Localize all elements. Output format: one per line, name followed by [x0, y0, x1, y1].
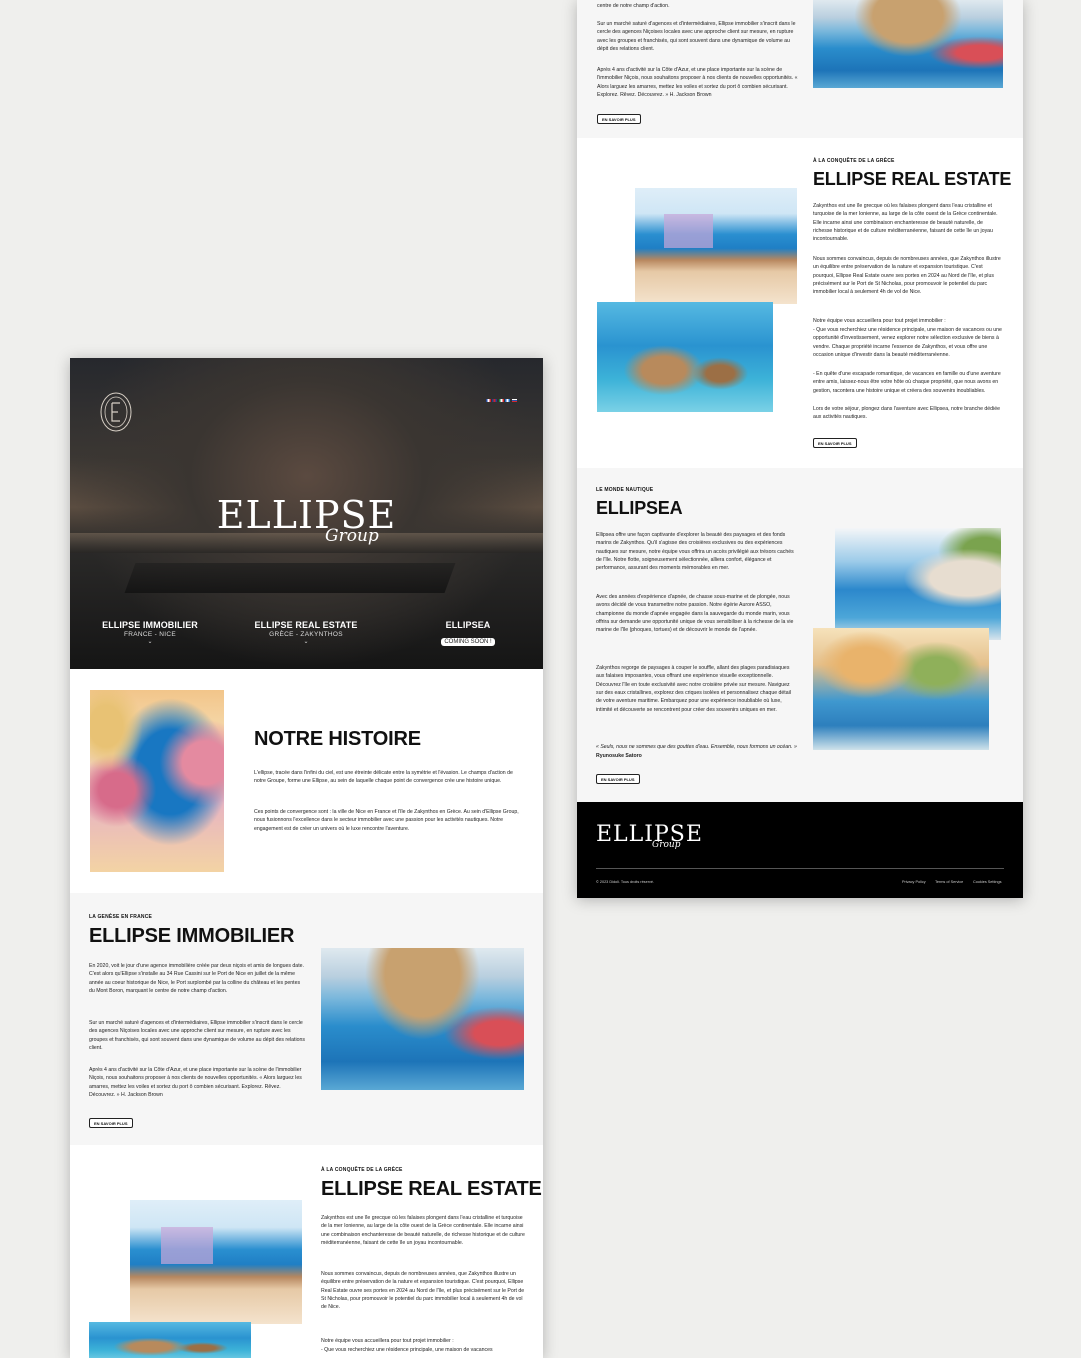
histoire-section: NOTRE HISTOIRE L'ellipse, tracée dans l'… [70, 669, 543, 893]
histoire-paragraph-1: L'ellipse, tracée dans l'infini du ciel,… [254, 770, 513, 785]
realestate-section: À LA CONQUÊTE DE LA GRÈCE ELLIPSE REAL E… [577, 138, 1023, 468]
ellipsea-kicker: LE MONDE NAUTIQUE [596, 487, 654, 493]
immobilier-kicker: LA GENÈSE EN FRANCE [89, 914, 153, 920]
immobilier-title: ELLIPSE IMMOBILIER [89, 925, 295, 947]
footer-link-cookies[interactable]: Cookies Settings [973, 880, 1002, 884]
nav-ellipsea-title: ELLIPSEA [445, 620, 491, 630]
realestate-title: ELLIPSE REAL ESTATE [321, 1178, 542, 1200]
realestate-learn-more-button[interactable]: EN SAVOIR PLUS [813, 438, 857, 448]
immobilier-paragraph-2: Sur un marché saturé d'agences et d'inte… [89, 1020, 305, 1051]
immo-learn-more-button[interactable]: EN SAVOIR PLUS [597, 114, 641, 124]
immo-paragraph-2: Après 4 ans d'activité sur la Côte d'Azu… [597, 67, 798, 98]
footer-logo-wordmark: ELLIPSE [596, 822, 703, 847]
ellipse-monogram-icon[interactable] [98, 391, 134, 433]
realestate-paragraph-5: - En quête d'une escapade romantique, de… [813, 371, 1001, 394]
realestate-paragraph-1: Zakynthos est une île grecque où les fal… [321, 1215, 525, 1246]
nice-port-watercolor-image [813, 0, 1003, 88]
rocks-watercolor-image [597, 302, 773, 412]
immo-paragraph-0: centre de notre champ d'action. [597, 3, 670, 9]
immobilier-section: LA GENÈSE EN FRANCE ELLIPSE IMMOBILIER E… [70, 893, 543, 1145]
realestate-paragraph-4: - Que vous recherchiez une résidence pri… [813, 327, 1002, 358]
ellipsea-quote: « Seuls, nous ne sommes que des gouttes … [596, 744, 797, 750]
immobilier-paragraph-1: En 2020, voit le jour d'une agence immob… [89, 963, 304, 994]
realestate-kicker: À LA CONQUÊTE DE LA GRÈCE [813, 158, 895, 164]
hero-terrace [124, 563, 456, 593]
bay-watercolor-image [90, 690, 224, 872]
hero-logo-script: Group [325, 526, 379, 546]
hero-section: ELLIPSE Group ELLIPSE IMMOBILIER FRANCE … [70, 358, 543, 669]
flag-france-icon[interactable] [485, 398, 491, 402]
footer-divider [596, 868, 1004, 869]
realestate-paragraph-2: Nous sommes convaincus, depuis de nombre… [813, 256, 1001, 296]
ellipsea-section: LE MONDE NAUTIQUE ELLIPSEA Ellipsea offr… [577, 468, 1023, 802]
realestate-paragraph-3: Notre équipe vous accueillera pour tout … [321, 1338, 454, 1344]
website-mockup-left: ELLIPSE Group ELLIPSE IMMOBILIER FRANCE … [70, 358, 543, 1358]
nav-ellipsea[interactable]: ELLIPSEA COMING SOON ! [430, 620, 506, 648]
nice-port-watercolor-image [321, 948, 524, 1090]
coming-soon-badge: COMING SOON ! [441, 638, 495, 646]
nav-realestate-subtitle: GRÈCE - ZAKYNTHOS [269, 631, 343, 638]
website-mockup-right: centre de notre champ d'action. Sur un m… [577, 0, 1023, 898]
ellipsea-learn-more-button[interactable]: EN SAVOIR PLUS [596, 774, 640, 784]
flag-uk-icon[interactable] [492, 398, 497, 402]
language-switcher [484, 389, 517, 407]
realestate-title: ELLIPSE REAL ESTATE [813, 169, 1012, 189]
nav-ellipse-real-estate[interactable]: ELLIPSE REAL ESTATE GRÈCE - ZAKYNTHOS ⌄ [246, 620, 366, 645]
flag-greece-icon[interactable] [505, 398, 510, 402]
immobilier-section-tail: centre de notre champ d'action. Sur un m… [577, 0, 1023, 138]
villa-watercolor-image [635, 188, 797, 304]
realestate-paragraph-6: Lors de votre séjour, plongez dans l'ave… [813, 406, 1000, 421]
shore-watercolor-image [813, 628, 989, 750]
footer-logo-script: Group [652, 840, 681, 850]
realestate-kicker: À LA CONQUÊTE DE LA GRÈCE [321, 1167, 403, 1173]
ellipsea-title: ELLIPSEA [596, 498, 683, 518]
ellipsea-quote-author: Ryunosuke Satoro [596, 753, 642, 759]
immo-paragraph-1: Sur un marché saturé d'agences et d'inte… [597, 21, 796, 52]
histoire-title: NOTRE HISTOIRE [254, 728, 421, 750]
chevron-down-icon: ⌄ [303, 639, 309, 645]
ellipsea-paragraph-1: Ellipsea offre une façon captivante d'ex… [596, 532, 794, 572]
realestate-paragraph-3: Notre équipe vous accueillera pour tout … [813, 318, 946, 324]
realestate-section: À LA CONQUÊTE DE LA GRÈCE ELLIPSE REAL E… [70, 1145, 543, 1358]
villa-watercolor-image [130, 1200, 302, 1324]
ellipsea-paragraph-3: Zakynthos regorge de paysages à couper l… [596, 665, 791, 713]
footer-link-privacy[interactable]: Privacy Policy [902, 880, 926, 884]
nav-ellipse-immobilier[interactable]: ELLIPSE IMMOBILIER FRANCE - NICE ⌄ [90, 620, 210, 645]
hero-logo-wordmark: ELLIPSE [216, 493, 397, 537]
rocks-watercolor-image [89, 1322, 251, 1358]
nav-realestate-title: ELLIPSE REAL ESTATE [254, 620, 358, 630]
nav-immobilier-subtitle: FRANCE - NICE [124, 631, 176, 638]
realestate-paragraph-1: Zakynthos est une île grecque où les fal… [813, 203, 998, 243]
immobilier-paragraph-3: Après 4 ans d'activité sur la Côte d'Azu… [89, 1067, 302, 1098]
realestate-paragraph-2: Nous sommes convaincus, depuis de nombre… [321, 1271, 525, 1311]
immobilier-learn-more-button[interactable]: EN SAVOIR PLUS [89, 1118, 133, 1128]
flag-italy-icon[interactable] [498, 398, 504, 402]
realestate-paragraph-4: - Que vous recherchiez une résidence pri… [321, 1347, 493, 1353]
flag-russia-icon[interactable] [511, 398, 517, 402]
cliffs-watercolor-image [835, 528, 1001, 640]
footer: ELLIPSE Group © 2023 Didoli. Tous droits… [577, 802, 1023, 898]
footer-link-terms[interactable]: Terms of Service [935, 880, 963, 884]
nav-immobilier-title: ELLIPSE IMMOBILIER [102, 620, 198, 630]
histoire-paragraph-2: Ces points de convergence sont : la vill… [254, 809, 519, 832]
ellipsea-paragraph-2: Avec des années d'expérience d'apnée, de… [596, 594, 794, 634]
chevron-down-icon: ⌄ [147, 639, 153, 645]
footer-copyright: © 2023 Didoli. Tous droits réservé. [596, 880, 655, 884]
